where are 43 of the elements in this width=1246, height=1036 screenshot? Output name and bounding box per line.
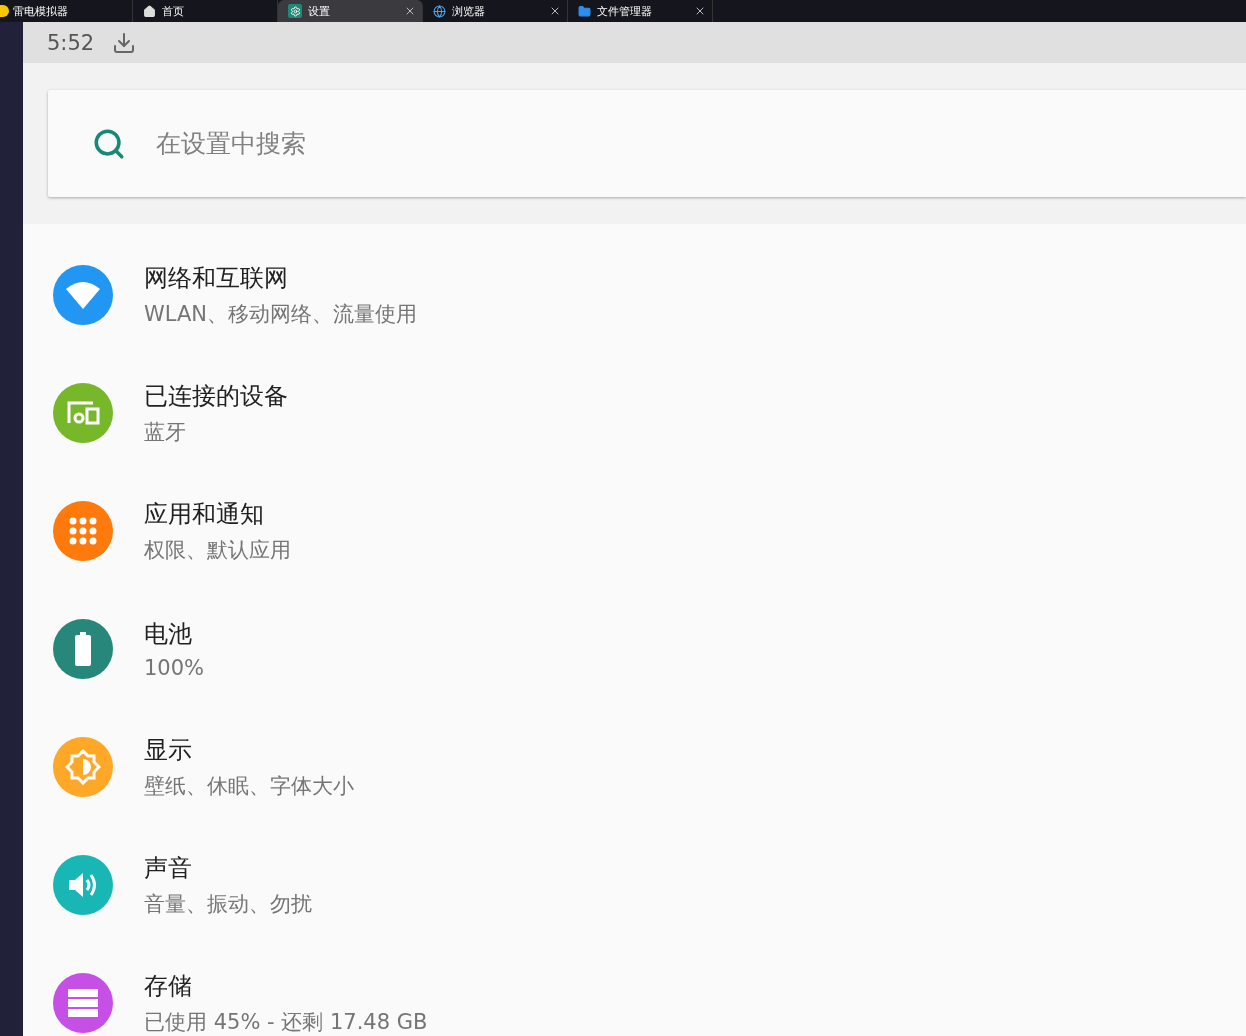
- status-time: 5:52: [47, 30, 95, 55]
- grid-icon: [68, 516, 98, 546]
- item-title: 存储: [144, 971, 193, 1002]
- wifi-icon: [66, 281, 100, 309]
- folder-icon: [578, 4, 591, 18]
- item-subtitle: 壁纸、休眠、字体大小: [144, 773, 354, 800]
- download-icon: [112, 30, 137, 55]
- settings-item[interactable]: 已连接的设备 蓝牙: [23, 354, 1246, 472]
- close-icon[interactable]: [694, 5, 706, 17]
- settings-item[interactable]: 应用和通知 权限、默认应用: [23, 472, 1246, 590]
- battery-icon: [74, 632, 92, 666]
- item-subtitle: 权限、默认应用: [144, 537, 291, 564]
- settings-item[interactable]: 显示 壁纸、休眠、字体大小: [23, 708, 1246, 826]
- item-title: 电池: [144, 619, 193, 650]
- item-subtitle: 音量、振动、勿扰: [144, 891, 312, 918]
- settings-item[interactable]: 电池 100%: [23, 590, 1246, 708]
- item-subtitle: 已使用 45% - 还剩 17.48 GB: [144, 1009, 428, 1036]
- tab[interactable]: 设置: [278, 0, 423, 22]
- storage-icon: [67, 988, 99, 1018]
- home-icon: [143, 4, 156, 18]
- speaker-icon: [67, 870, 99, 900]
- app-logo-icon: [0, 5, 9, 17]
- gear-icon: [288, 4, 302, 18]
- item-title: 应用和通知: [144, 499, 265, 530]
- settings-item[interactable]: 网络和互联网 WLAN、移动网络、流量使用: [23, 236, 1246, 354]
- search-icon: [92, 126, 126, 161]
- close-icon[interactable]: [549, 5, 561, 17]
- devices-icon: [65, 399, 101, 427]
- item-subtitle: WLAN、移动网络、流量使用: [144, 301, 418, 328]
- item-subtitle: 100%: [144, 656, 205, 680]
- item-subtitle: 蓝牙: [144, 419, 187, 446]
- globe-icon: [433, 4, 446, 18]
- item-title: 网络和互联网: [144, 263, 289, 294]
- item-title: 显示: [144, 735, 193, 766]
- close-icon[interactable]: [404, 5, 416, 17]
- item-title: 声音: [144, 853, 193, 884]
- brightness-icon: [65, 749, 101, 785]
- settings-item[interactable]: 声音 音量、振动、勿扰: [23, 826, 1246, 944]
- search-bar[interactable]: 在设置中搜索: [48, 90, 1246, 197]
- settings-item[interactable]: 存储 已使用 45% - 还剩 17.48 GB: [23, 944, 1246, 1036]
- search-field[interactable]: 在设置中搜索: [154, 128, 1246, 159]
- emulator-title: 雷电模拟器: [13, 3, 68, 19]
- item-title: 已连接的设备: [144, 381, 288, 412]
